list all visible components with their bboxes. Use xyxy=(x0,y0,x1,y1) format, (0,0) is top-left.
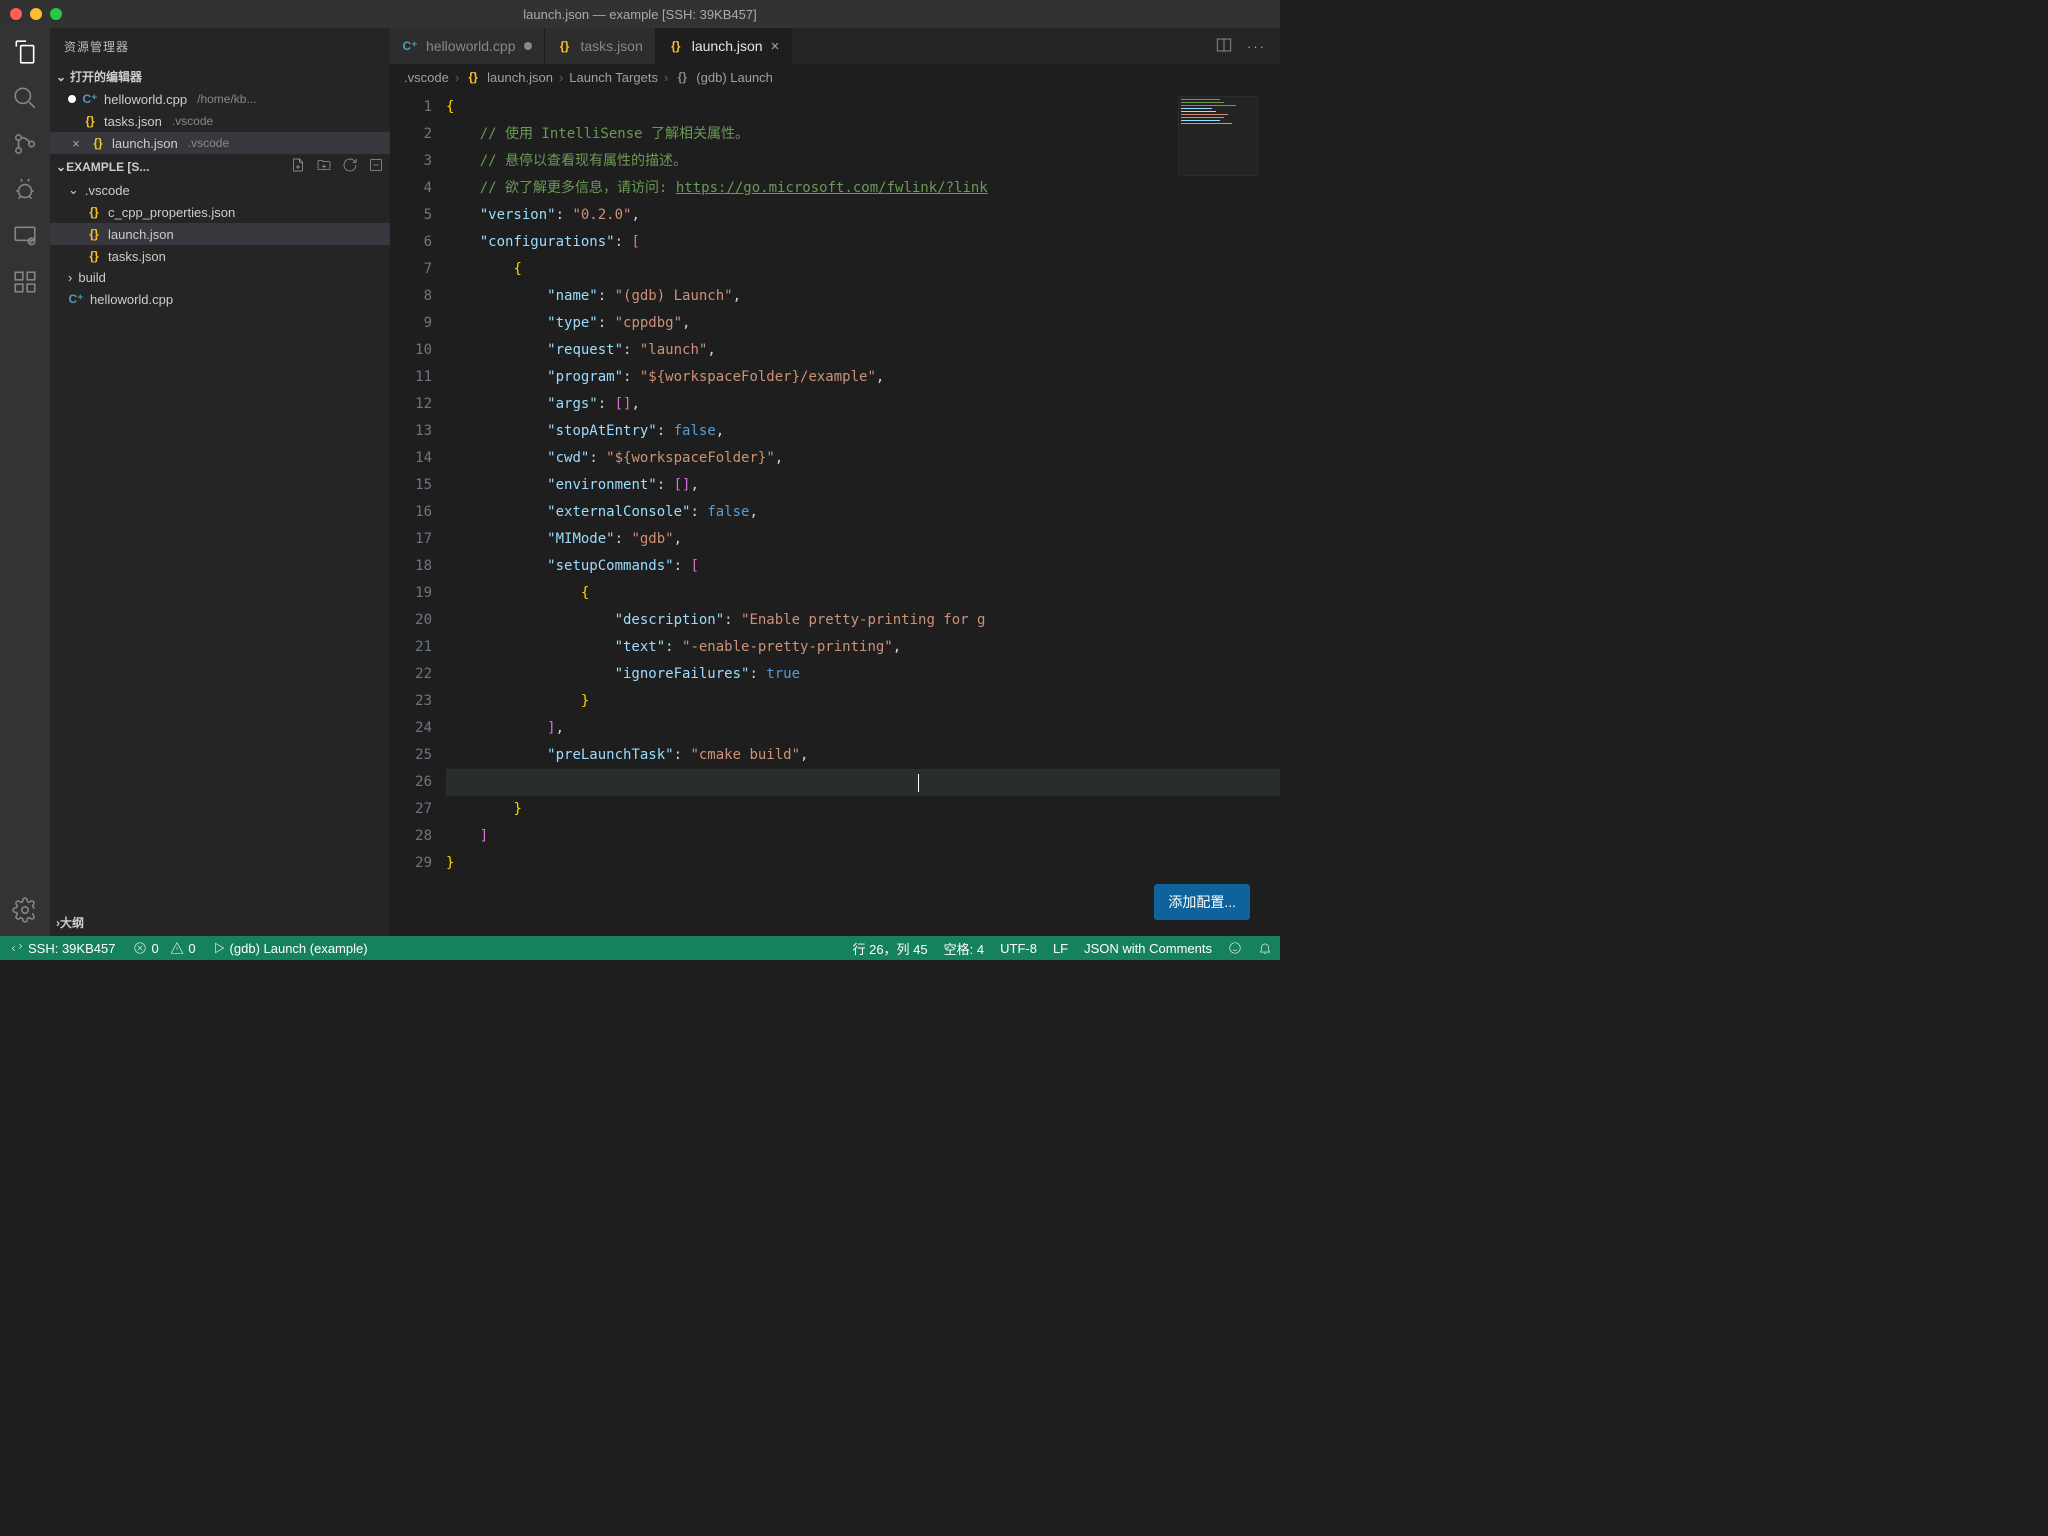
json-icon: {} xyxy=(86,204,102,220)
cpp-icon: C⁺ xyxy=(68,291,84,307)
file-path: .vscode xyxy=(188,136,229,150)
window-controls xyxy=(0,8,62,20)
workspace-header[interactable]: EXAMPLE [S... xyxy=(50,154,390,179)
json-icon: {} xyxy=(557,38,573,54)
breadcrumb[interactable]: .vscode› {}launch.json› Launch Targets› … xyxy=(390,64,1280,90)
problems-status[interactable]: 0 0 xyxy=(125,936,203,960)
new-file-icon[interactable] xyxy=(290,157,306,176)
cpp-icon: C⁺ xyxy=(402,38,418,54)
tab[interactable]: C⁺ helloworld.cpp xyxy=(390,28,545,64)
file-item[interactable]: {} tasks.json xyxy=(50,245,390,267)
file-label: helloworld.cpp xyxy=(90,292,173,307)
open-editors-label: 打开的编辑器 xyxy=(70,68,142,85)
json-icon: {} xyxy=(86,226,102,242)
file-path: /home/kb... xyxy=(197,92,256,106)
code-editor[interactable]: 1234567891011121314151617181920212223242… xyxy=(390,90,1280,936)
collapse-icon[interactable] xyxy=(368,157,384,176)
maximize-icon[interactable] xyxy=(50,8,62,20)
editor-area: C⁺helloworld.cpp {}tasks.json {}launch.j… xyxy=(390,28,1280,936)
file-item[interactable]: {} launch.json xyxy=(50,223,390,245)
file-label: launch.json xyxy=(112,136,178,151)
close-icon[interactable]: × xyxy=(771,38,780,55)
cpp-icon: C⁺ xyxy=(82,91,98,107)
tab-label: launch.json xyxy=(692,38,763,54)
file-label: c_cpp_properties.json xyxy=(108,205,235,220)
workspace-label: EXAMPLE [S... xyxy=(66,160,149,174)
json-icon: {} xyxy=(86,248,102,264)
open-editor-item[interactable]: C⁺ helloworld.cpp /home/kb... xyxy=(50,88,390,110)
file-item[interactable]: C⁺ helloworld.cpp xyxy=(50,288,390,310)
outline-header[interactable]: 大纲 xyxy=(50,909,390,936)
modified-icon xyxy=(68,95,76,103)
source-control-icon[interactable] xyxy=(11,130,39,158)
close-icon[interactable]: × xyxy=(68,136,84,151)
folder-item[interactable]: build xyxy=(50,267,390,288)
status-bar: SSH: 39KB457 0 0 (gdb) Launch (example) … xyxy=(0,936,1280,960)
sidebar: 资源管理器 打开的编辑器 C⁺ helloworld.cpp /home/kb.… xyxy=(50,28,390,936)
folder-label: .vscode xyxy=(85,183,130,198)
file-label: tasks.json xyxy=(104,114,162,129)
close-icon[interactable] xyxy=(10,8,22,20)
tab-label: helloworld.cpp xyxy=(426,38,516,54)
folder-item[interactable]: .vscode xyxy=(50,179,390,201)
more-icon[interactable]: ··· xyxy=(1247,39,1266,54)
search-icon[interactable] xyxy=(11,84,39,112)
add-config-button[interactable]: 添加配置... xyxy=(1154,884,1250,920)
json-icon: {} xyxy=(82,113,98,129)
file-tree: .vscode {} c_cpp_properties.json {} launch… xyxy=(50,179,390,310)
window-title: launch.json — example [SSH: 39KB457] xyxy=(523,7,756,22)
sidebar-title: 资源管理器 xyxy=(50,28,390,65)
encoding[interactable]: UTF-8 xyxy=(992,936,1045,960)
tab[interactable]: {} tasks.json xyxy=(545,28,656,64)
new-folder-icon[interactable] xyxy=(316,157,332,176)
json-icon: {} xyxy=(668,38,684,54)
explorer-icon[interactable] xyxy=(11,38,39,66)
tab-label: tasks.json xyxy=(581,38,643,54)
file-label: tasks.json xyxy=(108,249,166,264)
feedback-icon[interactable] xyxy=(1220,936,1250,960)
crumb[interactable]: Launch Targets xyxy=(569,70,658,85)
open-editor-item[interactable]: {} tasks.json .vscode xyxy=(50,110,390,132)
minimize-icon[interactable] xyxy=(30,8,42,20)
crumb[interactable]: launch.json xyxy=(487,70,553,85)
language-mode[interactable]: JSON with Comments xyxy=(1076,936,1220,960)
open-editors-header[interactable]: 打开的编辑器 xyxy=(50,65,390,88)
file-item[interactable]: {} c_cpp_properties.json xyxy=(50,201,390,223)
minimap[interactable] xyxy=(1178,96,1258,176)
open-editor-item[interactable]: × {} launch.json .vscode xyxy=(50,132,390,154)
debug-icon[interactable] xyxy=(11,176,39,204)
json-icon: {} xyxy=(465,69,481,85)
refresh-icon[interactable] xyxy=(342,157,358,176)
json-icon: {} xyxy=(90,135,106,151)
activity-bar xyxy=(0,28,50,936)
tab-bar: C⁺ helloworld.cpp {} tasks.json {} launch.j… xyxy=(390,28,1280,64)
cursor-position[interactable]: 行 26，列 45 xyxy=(844,936,935,960)
modified-icon xyxy=(524,42,532,50)
remote-status[interactable]: SSH: 39KB457 xyxy=(0,936,125,960)
settings-icon[interactable] xyxy=(11,896,39,924)
crumb[interactable]: (gdb) Launch xyxy=(696,70,773,85)
folder-label: build xyxy=(78,270,105,285)
debug-status[interactable]: (gdb) Launch (example) xyxy=(204,936,376,960)
code-content[interactable]: { // 使用 IntelliSense 了解相关属性。 // 悬停以查看现有属… xyxy=(446,90,1280,936)
crumb[interactable]: .vscode xyxy=(404,70,449,85)
notifications-icon[interactable] xyxy=(1250,936,1280,960)
indentation[interactable]: 空格: 4 xyxy=(936,936,992,960)
remote-icon[interactable] xyxy=(11,222,39,250)
file-path: .vscode xyxy=(172,114,213,128)
file-label: launch.json xyxy=(108,227,174,242)
eol[interactable]: LF xyxy=(1045,936,1076,960)
extensions-icon[interactable] xyxy=(11,268,39,296)
file-label: helloworld.cpp xyxy=(104,92,187,107)
split-editor-icon[interactable] xyxy=(1215,36,1233,57)
outline-label: 大纲 xyxy=(60,914,84,931)
json-icon: {} xyxy=(674,69,690,85)
line-numbers: 1234567891011121314151617181920212223242… xyxy=(390,90,446,936)
titlebar: launch.json — example [SSH: 39KB457] xyxy=(0,0,1280,28)
tab[interactable]: {} launch.json × xyxy=(656,28,793,64)
